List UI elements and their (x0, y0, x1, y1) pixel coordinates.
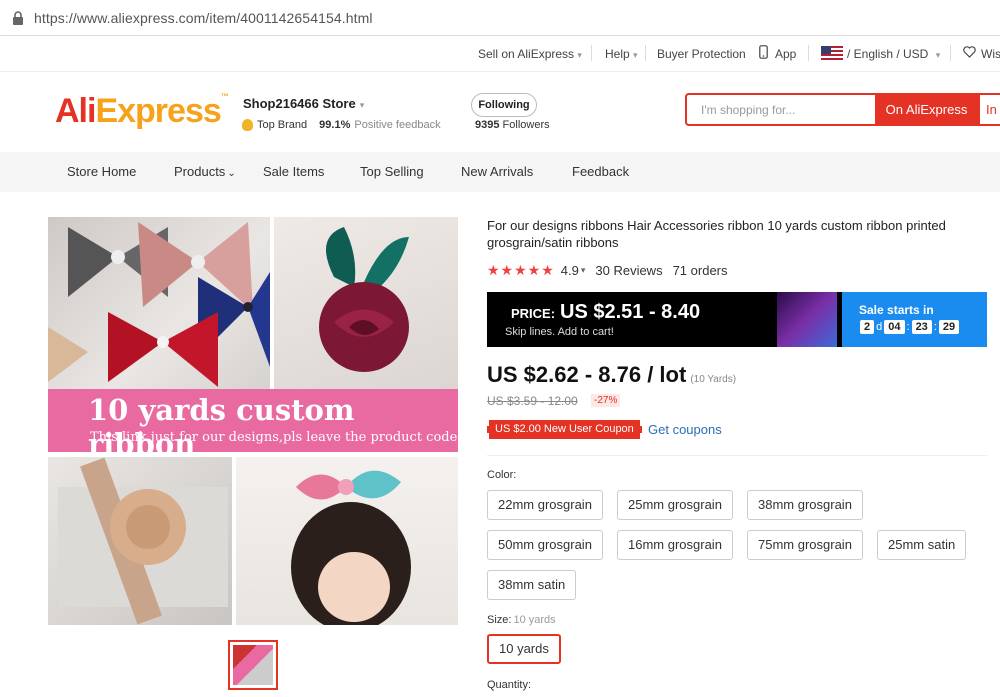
chevron-down-icon: ▾ (580, 265, 586, 275)
help-link[interactable]: Help ▾ (605, 47, 638, 61)
hair-bows-image (48, 217, 270, 389)
countdown-days: 2 (860, 320, 875, 334)
store-header: AliExpress™ Shop216466 Store ▾ Top Brand … (0, 72, 1000, 152)
promo-decoration (777, 292, 837, 347)
promo-subtext: Skip lines. Add to cart! (505, 326, 614, 338)
countdown-minutes: 23 (911, 320, 932, 334)
countdown-seconds: 29 (938, 320, 960, 334)
girl-hair-bow-image (236, 457, 458, 625)
nav-top-selling[interactable]: Top Selling (360, 164, 424, 179)
color-option[interactable]: 25mm grosgrain (617, 490, 733, 520)
us-flag-icon (821, 46, 843, 63)
nav-sale-items[interactable]: Sale Items (263, 164, 324, 179)
language-selector[interactable]: / English / (847, 47, 900, 61)
rating-stars-icon: ★★★★★ (487, 262, 555, 278)
banner-subtitle: This link just for our designs,pls leave… (90, 430, 458, 445)
color-label: Color: (487, 469, 517, 481)
promo-price-label: PRICE: (511, 306, 556, 321)
orders-count: 71 orders (672, 263, 728, 278)
buyer-protection-link[interactable]: Buyer Protection (657, 47, 746, 61)
new-user-coupon[interactable]: US $2.00 New User Coupon (487, 420, 642, 439)
color-option[interactable]: 50mm grosgrain (487, 530, 603, 560)
price-unit: (10 Yards) (690, 374, 737, 385)
store-badges: Top Brand 99.1% Positive feedback (242, 119, 441, 131)
top-brand-label: Top Brand (257, 119, 308, 131)
discount-badge: -27% (591, 394, 621, 407)
gift-ribbon-image (48, 457, 232, 625)
quantity-label: Quantity: (487, 679, 532, 691)
promo-banner[interactable]: PRICE: US $2.51 - 8.40 Skip lines. Add t… (487, 292, 987, 347)
size-label: Size: 10 yards (487, 614, 556, 626)
gallery-thumbnail[interactable] (228, 640, 278, 690)
search-aliexpress-button[interactable]: On AliExpress (875, 93, 978, 126)
product-price: US $2.62 - 8.76 / lot (10 Yards) (487, 362, 737, 387)
promo-price-value: US $2.51 - 8.40 (560, 301, 701, 323)
color-option[interactable]: 38mm grosgrain (747, 490, 863, 520)
positive-feedback-percent: 99.1% (319, 119, 351, 131)
store-name[interactable]: Shop216466 Store ▾ (243, 96, 364, 111)
chevron-down-icon: ▾ (633, 50, 638, 60)
store-nav: Store Home Products ⌄ Sale Items Top Sell… (0, 152, 1000, 192)
product-rating: ★★★★★ 4.9 ▾ 30 Reviews 71 orders (487, 262, 728, 279)
product-main-image[interactable]: 10 yards custom ribbon This link just fo… (48, 217, 458, 625)
countdown-hours: 04 (884, 320, 905, 334)
sale-starts-label: Sale starts in (859, 303, 934, 317)
sale-countdown: Sale starts in 2 d 04: 23: 29 (842, 292, 987, 347)
top-utility-bar: Sell on AliExpress ▾ Help ▾ Buyer Protec… (0, 36, 1000, 72)
color-option[interactable]: 16mm grosgrain (617, 530, 733, 560)
aliexpress-logo[interactable]: AliExpress™ (55, 92, 229, 131)
heart-icon (963, 46, 976, 61)
color-option[interactable]: 22mm grosgrain (487, 490, 603, 520)
divider (487, 455, 987, 456)
nav-feedback[interactable]: Feedback (572, 164, 629, 179)
product-title: For our designs ribbons Hair Accessories… (487, 218, 946, 250)
get-coupons-link[interactable]: Get coupons (648, 422, 722, 437)
product-banner: 10 yards custom ribbon This link just fo… (48, 389, 458, 461)
original-price: US $3.59 - 12.00 (487, 394, 578, 408)
reviews-link[interactable]: 30 Reviews (595, 263, 662, 278)
sell-on-aliexpress-link[interactable]: Sell on AliExpress ▾ (478, 47, 582, 61)
size-selected-value: 10 yards (513, 614, 556, 626)
positive-feedback-label: Positive feedback (354, 119, 441, 131)
countdown-day-unit: d (876, 321, 883, 333)
color-option[interactable]: 75mm grosgrain (747, 530, 863, 560)
chevron-down-icon: ▾ (935, 50, 941, 60)
rating-score[interactable]: 4.9 (561, 263, 579, 278)
search-in-store-button[interactable]: In (978, 93, 1000, 126)
browser-url-bar[interactable]: https://www.aliexpress.com/item/40011426… (0, 0, 1000, 36)
lock-icon (12, 10, 24, 25)
color-option[interactable]: 25mm satin (877, 530, 967, 560)
search-box[interactable]: I'm shopping for... On AliExpress In (685, 93, 1000, 126)
size-option-selected[interactable]: 10 yards (487, 634, 561, 664)
phone-icon (759, 45, 768, 62)
banner-title: 10 yards custom ribbon (88, 393, 355, 461)
medal-icon (242, 119, 253, 131)
chevron-down-icon: ⌄ (227, 168, 236, 179)
chevron-down-icon: ▾ (359, 100, 365, 110)
following-button[interactable]: Following (471, 93, 537, 117)
nav-products[interactable]: Products ⌄ (174, 164, 236, 179)
nav-store-home[interactable]: Store Home (67, 164, 136, 179)
countdown-timer: 2 d 04: 23: 29 (858, 320, 961, 334)
url-text[interactable]: https://www.aliexpress.com/item/40011426… (34, 10, 373, 26)
currency-selector[interactable]: USD ▾ (903, 47, 940, 61)
nav-new-arrivals[interactable]: New Arrivals (461, 164, 533, 179)
chevron-down-icon: ▾ (577, 50, 582, 60)
followers-count: 9395 Followers (475, 119, 550, 131)
search-input[interactable]: I'm shopping for... (701, 103, 795, 117)
wishlist-link[interactable]: Wis (981, 47, 1000, 61)
rose-ribbon-image (274, 217, 458, 389)
app-link[interactable]: App (775, 47, 796, 61)
color-option[interactable]: 38mm satin (487, 570, 577, 600)
